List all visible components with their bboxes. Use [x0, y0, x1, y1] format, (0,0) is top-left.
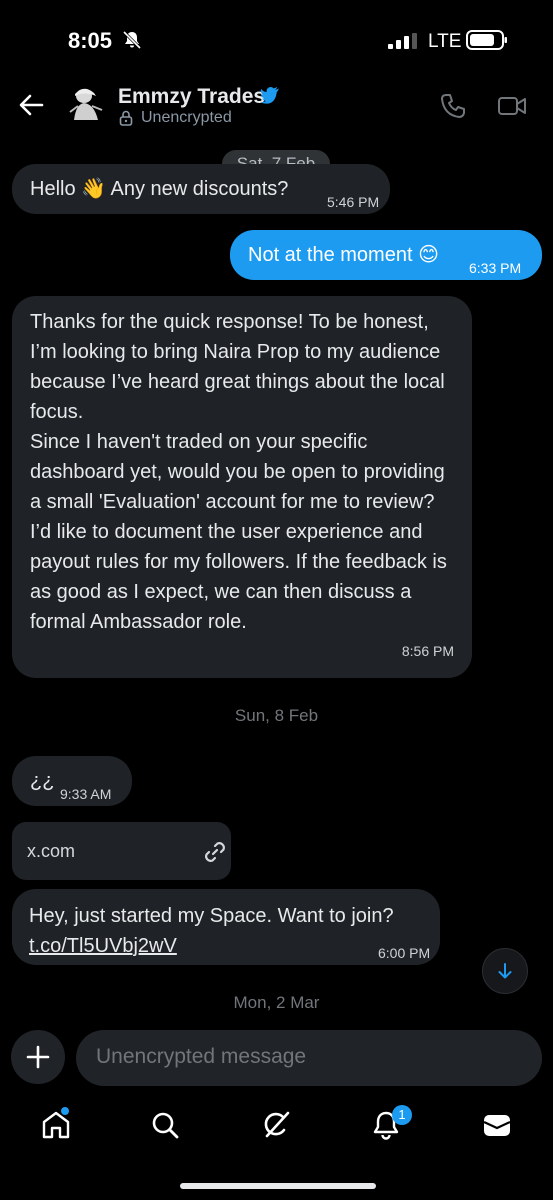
bell-off-icon — [122, 30, 142, 50]
lock-icon — [119, 110, 133, 126]
tab-grok[interactable] — [259, 1108, 293, 1142]
signal-icon — [388, 33, 417, 49]
message-bubble[interactable]: ¿¿ 9:33 AM — [12, 756, 132, 806]
video-icon[interactable] — [497, 93, 527, 119]
message-time: 6:33 PM — [469, 260, 522, 276]
avatar[interactable] — [62, 82, 108, 122]
back-arrow-icon[interactable] — [16, 90, 46, 120]
battery-icon — [466, 30, 507, 50]
message-text: Hey, just started my Space. Want to join… — [29, 905, 394, 927]
verified-badge-icon — [260, 86, 279, 104]
date-separator: Mon, 2 Mar — [233, 993, 320, 1012]
link-icon — [205, 842, 225, 862]
message-link[interactable]: t.co/Tl5UVbj2wV — [29, 931, 177, 961]
message-bubble[interactable]: Not at the moment 😊 6:33 PM — [230, 230, 542, 280]
date-separator: Sun, 8 Feb — [234, 706, 319, 725]
scroll-to-bottom-button[interactable] — [482, 948, 528, 994]
message-time: 6:00 PM — [378, 945, 431, 961]
message-input[interactable]: Unencrypted message — [76, 1030, 542, 1086]
message-time: 5:46 PM — [327, 194, 380, 210]
message-text: Thanks for the quick response! To be hon… — [30, 311, 447, 633]
tab-messages[interactable] — [480, 1108, 514, 1142]
message-text: Hello 👋 Any new discounts? — [30, 178, 289, 200]
tab-search[interactable] — [148, 1108, 182, 1142]
message-bubble[interactable]: Hello 👋 Any new discounts? 5:46 PM — [12, 164, 390, 214]
message-text: Not at the moment 😊 — [248, 244, 439, 266]
link-domain: x.com — [27, 841, 76, 861]
plus-icon — [26, 1045, 50, 1069]
link-card[interactable]: x.com — [12, 822, 231, 880]
contact-name[interactable]: Emmzy Trades — [118, 85, 265, 109]
encryption-status: Unencrypted — [141, 109, 232, 126]
message-text: ¿¿ — [30, 770, 55, 792]
message-bubble[interactable]: Thanks for the quick response! To be hon… — [12, 296, 472, 678]
message-time: 8:56 PM — [401, 643, 454, 659]
network-label: LTE — [428, 31, 462, 52]
home-indicator[interactable] — [180, 1183, 376, 1189]
notifications-badge: 1 — [392, 1105, 412, 1125]
messages-icon — [483, 1115, 511, 1136]
message-time: 9:33 AM — [60, 786, 112, 802]
grok-icon — [264, 1111, 290, 1138]
phone-icon[interactable] — [439, 92, 467, 120]
status-time: 8:05 — [68, 28, 113, 53]
message-bubble[interactable]: Hey, just started my Space. Want to join… — [12, 889, 440, 965]
add-attachment-button[interactable] — [11, 1030, 65, 1084]
search-icon — [152, 1112, 179, 1139]
arrow-down-icon — [498, 963, 512, 979]
message-input-placeholder: Unencrypted message — [96, 1045, 307, 1068]
home-unread-dot — [60, 1106, 70, 1116]
